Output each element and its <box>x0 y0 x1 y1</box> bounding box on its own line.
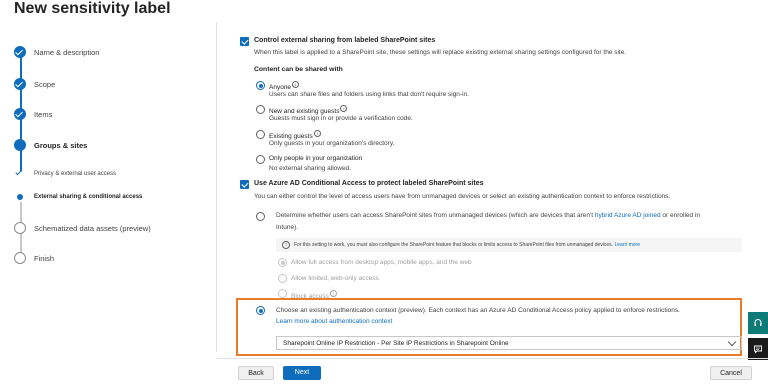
radio-allow-limited-access[interactable] <box>278 274 287 283</box>
current-substep-icon <box>17 194 23 200</box>
info-icon[interactable]: i <box>329 290 337 297</box>
option-anyone-desc: Users can share files and folders using … <box>269 91 469 98</box>
unmanaged-devices-text: Determine whether users can access Share… <box>276 212 700 219</box>
footer-divider <box>216 358 768 359</box>
external-sharing-checkbox[interactable] <box>240 37 249 46</box>
step-label: Items <box>34 109 53 119</box>
dropdown-selected-value: Sharepoint Online IP Restriction - Per S… <box>283 340 509 347</box>
info-notice: i For this setting to work, you must als… <box>276 238 742 252</box>
empty-circle-icon <box>14 222 26 234</box>
next-button[interactable]: Next <box>283 366 321 380</box>
back-button[interactable]: Back <box>238 366 274 380</box>
auth-context-learn-more-link[interactable]: Learn more about authentication context <box>276 318 392 325</box>
external-sharing-label: Control external sharing from labeled Sh… <box>254 37 436 44</box>
step-label: Groups & sites <box>34 140 88 150</box>
auth-context-text: Choose an existing authentication contex… <box>276 307 680 314</box>
feedback-tab[interactable] <box>748 338 768 360</box>
chevron-down-icon <box>727 337 737 347</box>
radio-new-existing-guests[interactable] <box>256 105 265 114</box>
option-anyone-label: Anyone i <box>269 81 300 91</box>
radio-unmanaged-devices[interactable] <box>256 212 265 221</box>
info-icon[interactable]: i <box>292 81 300 88</box>
notice-body: For this setting to work, you must also … <box>294 241 614 248</box>
radio-authentication-context[interactable] <box>256 306 265 315</box>
step-scope[interactable]: Scope <box>14 76 55 92</box>
radio-only-organization[interactable] <box>256 155 265 164</box>
option-new-guests-desc: Guests must sign in or provide a verific… <box>269 115 413 122</box>
hybrid-azure-ad-link[interactable]: hybrid Azure AD joined <box>595 212 661 219</box>
conditional-access-checkbox[interactable] <box>240 180 249 189</box>
radio-block-access[interactable] <box>278 289 287 298</box>
step-items[interactable]: Items <box>14 106 52 122</box>
radio-anyone[interactable] <box>256 81 265 90</box>
help-tab[interactable] <box>748 312 768 334</box>
empty-circle-icon <box>14 252 26 264</box>
step-groups-sites[interactable]: Groups & sites <box>14 137 87 153</box>
external-sharing-description: When this label is applied to a SharePoi… <box>254 49 627 56</box>
chat-icon <box>754 345 762 354</box>
option-only-org-desc: No external sharing allowed. <box>269 165 352 172</box>
unmanaged-devices-text-line2: Intune). <box>276 224 299 231</box>
step-label: Privacy & external user access <box>34 171 117 177</box>
headset-icon <box>754 319 762 326</box>
step-label: Name & description <box>34 47 100 57</box>
check-circle-icon <box>14 46 26 58</box>
info-icon[interactable]: i <box>340 105 348 112</box>
panel-divider <box>216 22 217 352</box>
allow-limited-access-label: Allow limited, web-only access <box>291 275 379 282</box>
check-icon <box>17 171 23 177</box>
content-shared-heading: Content can be shared with <box>254 66 343 73</box>
notice-text: For this setting to work, you must also … <box>294 242 640 248</box>
option-only-org-label: Only people in your organization <box>269 155 363 162</box>
step-label: External sharing & conditional access <box>34 194 143 200</box>
notice-learn-more-link[interactable]: Learn more <box>614 242 640 248</box>
check-circle-icon <box>14 78 26 90</box>
wizard-stepper: Name & description Scope Items Groups & … <box>0 36 216 336</box>
option-existing-guests-desc: Only guests in your organization's direc… <box>269 140 395 147</box>
option-existing-guests-label: Existing guests i <box>269 130 321 140</box>
step-finish[interactable]: Finish <box>14 250 54 266</box>
auth-context-dropdown[interactable]: Sharepoint Online IP Restriction - Per S… <box>276 336 742 350</box>
step-name-description[interactable]: Name & description <box>14 44 99 60</box>
allow-full-access-label: Allow full access from desktop apps, mob… <box>291 259 472 266</box>
radio-existing-guests[interactable] <box>256 130 265 139</box>
info-icon: i <box>282 241 290 249</box>
unmanaged-text-part: or enrolled in <box>660 212 700 219</box>
step-schematized-data-assets[interactable]: Schematized data assets (preview) <box>14 220 151 236</box>
option-new-guests-label: New and existing guests i <box>269 105 348 115</box>
step-label: Schematized data assets (preview) <box>34 223 151 233</box>
unmanaged-text-part: Determine whether users can access Share… <box>276 212 595 219</box>
page-title: New sensitivity label <box>14 0 171 17</box>
check-circle-icon <box>14 108 26 120</box>
conditional-access-description: You can either control the level of acce… <box>254 193 671 200</box>
step-label: Scope <box>34 79 56 89</box>
current-step-icon <box>14 139 26 151</box>
step-external-sharing-conditional-access[interactable]: External sharing & conditional access <box>14 189 142 205</box>
step-label: Finish <box>34 253 55 263</box>
info-icon[interactable]: i <box>313 130 321 137</box>
radio-allow-full-access[interactable] <box>278 258 287 267</box>
conditional-access-label: Use Azure AD Conditional Access to prote… <box>254 180 484 187</box>
step-privacy-external-access[interactable]: Privacy & external user access <box>14 166 116 182</box>
cancel-button[interactable]: Cancel <box>710 366 752 380</box>
